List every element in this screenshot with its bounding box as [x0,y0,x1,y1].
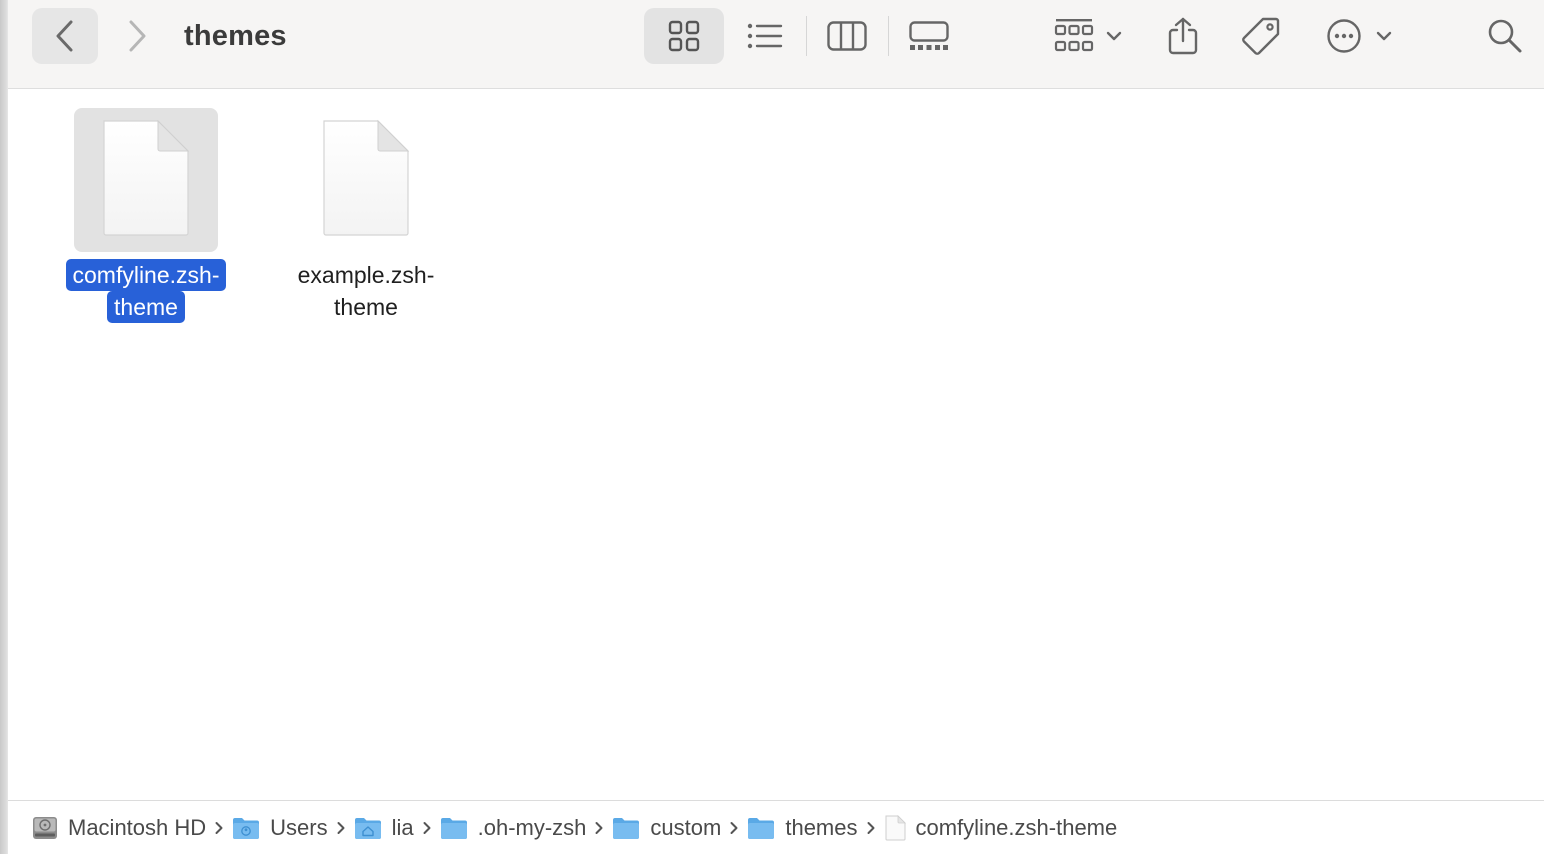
forward-button[interactable] [112,8,162,64]
path-item-label: custom [650,814,722,840]
search-icon [1487,18,1523,54]
group-button[interactable] [1042,8,1134,64]
chevron-down-icon [1106,31,1122,41]
view-as-columns-button[interactable] [814,8,880,64]
share-icon [1167,17,1199,55]
path-item-users[interactable]: Users [232,814,328,841]
document-icon [100,119,192,242]
finder-window: themes comfyline.zsh- theme example.zsh-… [0,0,1544,854]
tag-icon [1241,16,1281,56]
users-folder-icon [232,816,260,840]
columns-icon [827,21,867,51]
chevron-right-icon [337,821,345,835]
search-button[interactable] [1480,8,1530,64]
file-name[interactable]: example.zsh- theme [266,259,466,323]
path-item-label: .oh-my-zsh [477,814,587,840]
ellipsis-circle-icon [1326,18,1362,54]
toolbar-separator [806,16,807,56]
path-bar: Macintosh HD Users lia .oh-my-zsh custom… [8,800,1544,854]
chevron-left-icon [54,19,76,53]
chevron-down-icon [1376,31,1392,41]
hard-drive-icon [32,815,58,841]
path-item-label: lia [391,814,414,840]
chevron-right-icon [423,821,431,835]
view-as-gallery-button[interactable] [896,8,962,64]
path-item-custom[interactable]: custom [612,815,721,841]
gallery-icon [909,21,949,51]
path-item-oh-my-zsh[interactable]: .oh-my-zsh [440,814,587,841]
file-name-line: comfyline.zsh- [65,259,227,291]
more-actions-button[interactable] [1316,8,1402,64]
file-thumbnail[interactable] [294,108,438,252]
folder-icon [440,816,468,840]
document-icon [884,814,906,841]
path-item-label: Macintosh HD [68,814,207,840]
chevron-right-icon [867,821,875,835]
file-name[interactable]: comfyline.zsh- theme [46,259,246,323]
chevron-right-icon [595,821,603,835]
path-item-label: themes [785,814,858,840]
document-icon [320,119,412,242]
path-item-lia[interactable]: lia [354,815,414,841]
tags-button[interactable] [1234,8,1288,64]
grid-icon [668,20,700,52]
view-as-list-button[interactable] [732,8,798,64]
file-name-line: theme [107,291,185,323]
path-item-label: Users [270,814,328,840]
list-icon [747,22,783,50]
file-grid: comfyline.zsh- theme example.zsh- theme [8,89,1544,800]
chevron-right-icon [215,821,223,835]
file-name-line: theme [334,294,398,320]
back-button[interactable] [32,8,98,64]
window-title: themes [184,20,287,52]
folder-icon [747,816,775,840]
toolbar: themes [8,0,1544,89]
file-thumbnail[interactable] [74,108,218,252]
file-name-line: example.zsh- [297,262,435,288]
window-left-edge [0,0,8,854]
chevron-right-icon [730,821,738,835]
path-item-themes[interactable]: themes [747,814,858,841]
share-button[interactable] [1158,8,1208,64]
folder-icon [612,816,640,840]
home-folder-icon [354,816,382,840]
path-item-comfyline-zsh-theme[interactable]: comfyline.zsh-theme [884,814,1118,841]
view-as-icons-button[interactable] [644,8,724,64]
path-item-label: comfyline.zsh-theme [915,814,1118,840]
group-grid-icon [1054,18,1094,54]
chevron-right-icon [126,19,148,53]
toolbar-separator [888,16,889,56]
path-item-macintosh-hd[interactable]: Macintosh HD [32,815,206,841]
